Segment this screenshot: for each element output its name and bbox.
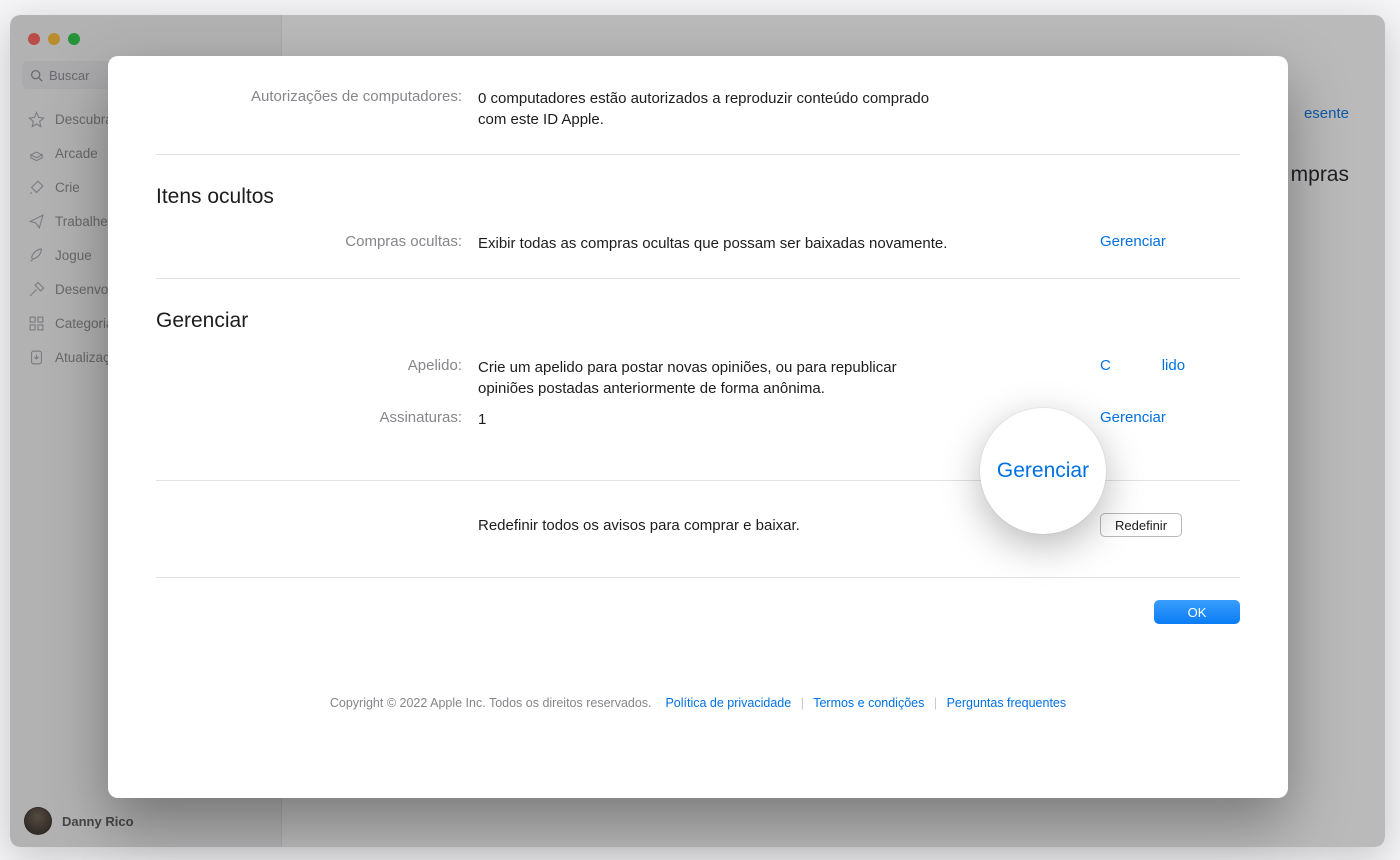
modal-footer: OK <box>156 600 1240 624</box>
divider <box>156 154 1240 155</box>
authorizations-value: 0 computadores estão autorizados a repro… <box>478 88 1100 130</box>
legal-footer: Copyright © 2022 Apple Inc. Todos os dir… <box>156 696 1240 710</box>
row-authorizations: Autorizações de computadores: 0 computad… <box>156 86 1240 132</box>
zoom-callout: Gerenciar <box>980 408 1106 534</box>
manage-subscriptions-link[interactable]: Gerenciar <box>1100 409 1166 426</box>
section-manage: Gerenciar <box>156 309 1240 333</box>
account-settings-modal: Autorizações de computadores: 0 computad… <box>108 56 1288 798</box>
ok-button[interactable]: OK <box>1154 600 1240 624</box>
copyright-text: Copyright © 2022 Apple Inc. Todos os dir… <box>330 696 652 710</box>
subscriptions-label: Assinaturas: <box>156 409 478 426</box>
row-nickname: Apelido: Crie um apelido para postar nov… <box>156 355 1240 401</box>
privacy-policy-link[interactable]: Política de privacidade <box>665 696 791 710</box>
section-hidden-items: Itens ocultos <box>156 185 1240 209</box>
divider <box>156 278 1240 279</box>
row-hidden-purchases: Compras ocultas: Exibir todas as compras… <box>156 231 1240 256</box>
reset-button[interactable]: Redefinir <box>1100 513 1182 537</box>
zoom-callout-label: Gerenciar <box>997 459 1089 483</box>
authorizations-label: Autorizações de computadores: <box>156 88 478 105</box>
nickname-label: Apelido: <box>156 357 478 374</box>
terms-link[interactable]: Termos e condições <box>813 696 924 710</box>
create-nickname-link[interactable]: Criar apelido <box>1100 357 1185 374</box>
faq-link[interactable]: Perguntas frequentes <box>947 696 1067 710</box>
divider <box>156 577 1240 578</box>
nickname-value: Crie um apelido para postar novas opiniõ… <box>478 357 1100 399</box>
hidden-purchases-label: Compras ocultas: <box>156 233 478 250</box>
manage-hidden-link[interactable]: Gerenciar <box>1100 233 1166 250</box>
hidden-purchases-value: Exibir todas as compras ocultas que poss… <box>478 233 1100 254</box>
